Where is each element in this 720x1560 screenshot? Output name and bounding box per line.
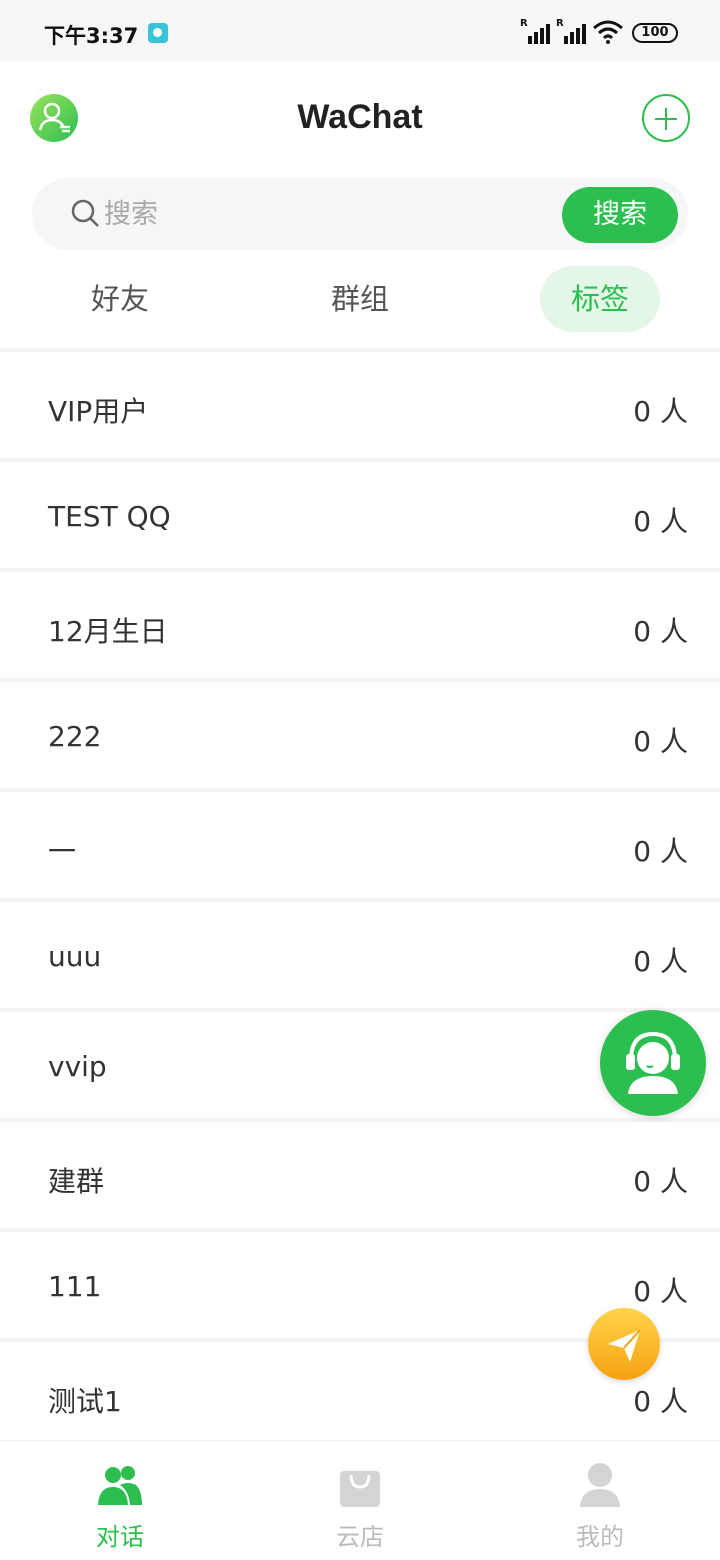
- tag-name: 一: [48, 835, 77, 868]
- tag-member-count: 0 人: [633, 505, 688, 538]
- search-button[interactable]: 搜索: [562, 187, 678, 243]
- shopping-bag-icon: [340, 1471, 380, 1507]
- profile-icon: [580, 1463, 620, 1507]
- wifi-icon: [593, 20, 623, 44]
- tag-member-count: 0 人: [633, 725, 688, 758]
- app-header: WaChat: [0, 62, 720, 172]
- tag-row[interactable]: 一 0 人: [0, 788, 720, 898]
- chat-users-icon: [98, 1466, 142, 1505]
- tag-name: uuu: [48, 940, 102, 973]
- notification-app-icon: [148, 23, 168, 43]
- search-input[interactable]: [104, 196, 504, 232]
- tag-name: 测试1: [48, 1385, 122, 1418]
- bottom-navigation: 对话 云店 我的: [0, 1440, 720, 1560]
- tab-tags[interactable]: 标签: [540, 266, 660, 332]
- tag-name: TEST QQ: [48, 500, 171, 533]
- nav-chat[interactable]: 对话: [60, 1455, 180, 1555]
- app-title: WaChat: [297, 98, 423, 136]
- tag-name: 111: [48, 1270, 102, 1303]
- nav-cloud-store-label: 云店: [336, 1523, 384, 1551]
- tag-name: VIP用户: [48, 395, 149, 428]
- contact-tabs: 好友 群组 标签: [0, 262, 720, 342]
- tag-list: VIP用户 0 人 TEST QQ 0 人 12月生日 0 人 222 0 人 一 0 人…: [0, 348, 720, 1448]
- add-button[interactable]: [642, 94, 690, 142]
- tag-row[interactable]: 建群 0 人: [0, 1118, 720, 1228]
- tag-member-count: 0 人: [633, 1165, 688, 1198]
- signal-1-icon: R: [520, 18, 550, 44]
- tag-member-count: 0 人: [633, 615, 688, 648]
- battery-indicator: 100: [632, 23, 678, 43]
- tag-row[interactable]: TEST QQ 0 人: [0, 458, 720, 568]
- tag-member-count: 0 人: [633, 835, 688, 868]
- tag-row[interactable]: VIP用户 0 人: [0, 348, 720, 458]
- nav-profile-label: 我的: [576, 1523, 624, 1551]
- tag-name: 建群: [48, 1165, 105, 1198]
- search-icon: [71, 199, 99, 227]
- tag-member-count: 0 人: [633, 1275, 688, 1308]
- tab-friends[interactable]: 好友: [60, 266, 180, 332]
- tag-row[interactable]: uuu 0 人: [0, 898, 720, 1008]
- nav-chat-label: 对话: [96, 1523, 144, 1551]
- status-time: 下午3:37: [44, 24, 139, 48]
- tag-name: vvip: [48, 1050, 107, 1083]
- search-bar: 搜索: [32, 178, 688, 250]
- tag-row[interactable]: 222 0 人: [0, 678, 720, 788]
- tab-groups[interactable]: 群组: [300, 266, 420, 332]
- send-button[interactable]: [588, 1308, 660, 1380]
- nav-cloud-store[interactable]: 云店: [300, 1455, 420, 1555]
- tag-row[interactable]: 12月生日 0 人: [0, 568, 720, 678]
- paper-plane-icon: [608, 1329, 641, 1362]
- tag-member-count: 0 人: [633, 945, 688, 978]
- tag-name: 222: [48, 720, 102, 753]
- tag-name: 12月生日: [48, 615, 168, 648]
- tag-member-count: 0 人: [633, 395, 688, 428]
- signal-2-icon: R: [556, 18, 586, 44]
- status-bar: 下午3:37 R R 100: [0, 0, 720, 62]
- tag-member-count: 0 人: [633, 1385, 688, 1418]
- customer-service-button[interactable]: [600, 1010, 706, 1116]
- headset-agent-icon: [626, 1031, 680, 1094]
- nav-profile[interactable]: 我的: [540, 1455, 660, 1555]
